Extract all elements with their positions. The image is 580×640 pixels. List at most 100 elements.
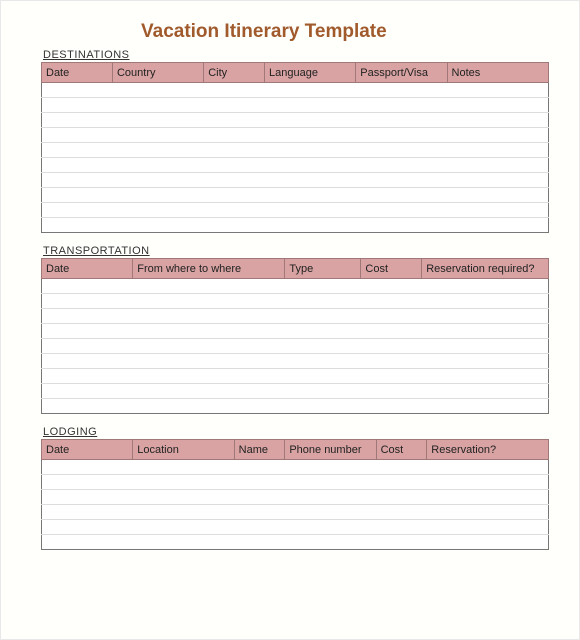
table-cell[interactable] [42, 490, 133, 505]
table-cell[interactable] [285, 279, 361, 294]
table-cell[interactable] [112, 128, 203, 143]
table-cell[interactable] [447, 128, 548, 143]
table-cell[interactable] [204, 83, 265, 98]
table-cell[interactable] [234, 490, 285, 505]
table-cell[interactable] [376, 520, 427, 535]
table-row[interactable] [42, 535, 549, 550]
table-row[interactable] [42, 460, 549, 475]
table-row[interactable] [42, 520, 549, 535]
table-cell[interactable] [361, 384, 422, 399]
table-cell[interactable] [112, 188, 203, 203]
table-cell[interactable] [265, 173, 356, 188]
table-cell[interactable] [376, 535, 427, 550]
table-cell[interactable] [285, 535, 376, 550]
table-cell[interactable] [204, 188, 265, 203]
table-cell[interactable] [422, 309, 549, 324]
table-row[interactable] [42, 324, 549, 339]
table-cell[interactable] [361, 279, 422, 294]
table-cell[interactable] [112, 173, 203, 188]
table-row[interactable] [42, 83, 549, 98]
table-cell[interactable] [356, 173, 447, 188]
table-cell[interactable] [422, 339, 549, 354]
table-cell[interactable] [42, 339, 133, 354]
table-cell[interactable] [133, 384, 285, 399]
table-cell[interactable] [42, 98, 113, 113]
table-cell[interactable] [285, 354, 361, 369]
table-cell[interactable] [42, 218, 113, 233]
table-cell[interactable] [265, 113, 356, 128]
table-cell[interactable] [265, 218, 356, 233]
table-cell[interactable] [285, 490, 376, 505]
table-cell[interactable] [204, 158, 265, 173]
table-cell[interactable] [361, 294, 422, 309]
table-cell[interactable] [447, 218, 548, 233]
table-cell[interactable] [265, 98, 356, 113]
table-cell[interactable] [376, 505, 427, 520]
table-cell[interactable] [42, 324, 133, 339]
table-cell[interactable] [422, 354, 549, 369]
table-cell[interactable] [265, 188, 356, 203]
table-cell[interactable] [356, 83, 447, 98]
table-cell[interactable] [265, 128, 356, 143]
table-cell[interactable] [265, 143, 356, 158]
table-row[interactable] [42, 279, 549, 294]
table-cell[interactable] [42, 460, 133, 475]
table-cell[interactable] [422, 294, 549, 309]
table-cell[interactable] [234, 505, 285, 520]
table-cell[interactable] [112, 158, 203, 173]
table-cell[interactable] [42, 384, 133, 399]
table-cell[interactable] [285, 505, 376, 520]
table-cell[interactable] [361, 309, 422, 324]
table-cell[interactable] [285, 460, 376, 475]
table-row[interactable] [42, 218, 549, 233]
table-cell[interactable] [112, 98, 203, 113]
table-cell[interactable] [422, 399, 549, 414]
table-cell[interactable] [133, 460, 234, 475]
table-cell[interactable] [285, 475, 376, 490]
table-cell[interactable] [204, 98, 265, 113]
table-cell[interactable] [133, 294, 285, 309]
table-cell[interactable] [427, 475, 549, 490]
table-cell[interactable] [361, 369, 422, 384]
table-cell[interactable] [427, 535, 549, 550]
table-row[interactable] [42, 294, 549, 309]
table-cell[interactable] [356, 113, 447, 128]
table-cell[interactable] [265, 83, 356, 98]
table-cell[interactable] [427, 460, 549, 475]
table-cell[interactable] [42, 399, 133, 414]
table-cell[interactable] [133, 535, 234, 550]
table-cell[interactable] [376, 490, 427, 505]
table-cell[interactable] [42, 143, 113, 158]
table-cell[interactable] [204, 218, 265, 233]
table-cell[interactable] [427, 520, 549, 535]
table-cell[interactable] [447, 143, 548, 158]
table-cell[interactable] [42, 203, 113, 218]
table-cell[interactable] [133, 354, 285, 369]
table-cell[interactable] [133, 309, 285, 324]
table-cell[interactable] [422, 324, 549, 339]
table-cell[interactable] [356, 143, 447, 158]
table-cell[interactable] [42, 128, 113, 143]
table-cell[interactable] [234, 475, 285, 490]
table-cell[interactable] [422, 279, 549, 294]
table-row[interactable] [42, 384, 549, 399]
table-cell[interactable] [133, 520, 234, 535]
table-row[interactable] [42, 399, 549, 414]
table-cell[interactable] [112, 203, 203, 218]
table-cell[interactable] [447, 113, 548, 128]
table-row[interactable] [42, 158, 549, 173]
table-cell[interactable] [42, 294, 133, 309]
table-cell[interactable] [447, 83, 548, 98]
table-cell[interactable] [42, 83, 113, 98]
table-cell[interactable] [42, 188, 113, 203]
table-cell[interactable] [265, 158, 356, 173]
table-cell[interactable] [285, 384, 361, 399]
table-cell[interactable] [447, 203, 548, 218]
table-cell[interactable] [112, 113, 203, 128]
table-cell[interactable] [133, 324, 285, 339]
table-cell[interactable] [427, 505, 549, 520]
table-row[interactable] [42, 354, 549, 369]
table-cell[interactable] [285, 309, 361, 324]
table-row[interactable] [42, 188, 549, 203]
table-cell[interactable] [204, 113, 265, 128]
